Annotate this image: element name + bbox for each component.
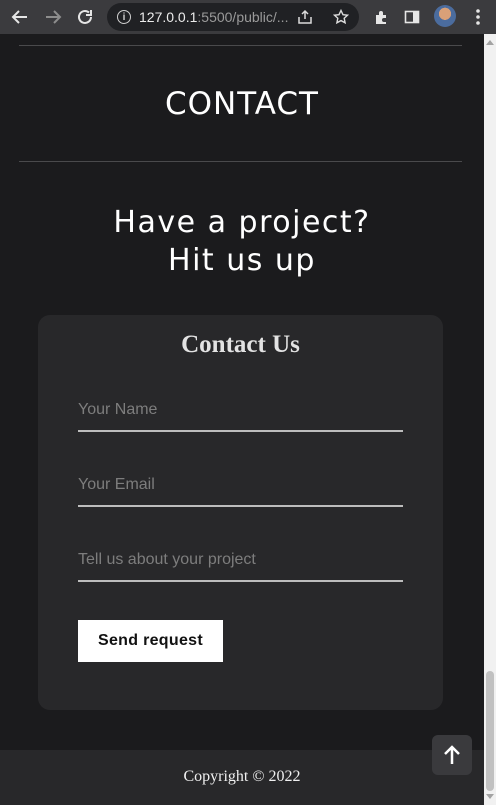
section-title: CONTACT — [164, 86, 319, 122]
scroll-up-arrow-icon[interactable] — [486, 40, 494, 45]
name-input[interactable] — [78, 390, 403, 432]
site-info-icon[interactable]: i — [117, 10, 131, 24]
arrow-right-icon — [46, 10, 62, 24]
profile-avatar[interactable] — [434, 5, 456, 27]
headline-line-1: Have a project? — [113, 205, 371, 240]
forward-button[interactable] — [37, 0, 69, 34]
divider-top — [19, 45, 462, 46]
copyright-text: Copyright © 2022 — [183, 768, 301, 785]
arrow-up-icon — [444, 745, 460, 764]
menu-kebab-icon[interactable] — [470, 0, 486, 34]
form-title: Contact Us — [181, 331, 300, 358]
scroll-down-arrow-icon[interactable] — [486, 794, 494, 799]
side-panel-icon[interactable] — [403, 0, 421, 34]
url-host: 127.0.0.1 — [139, 9, 198, 25]
page-scrollbar[interactable] — [484, 34, 496, 805]
project-input[interactable] — [78, 540, 403, 582]
footer: Copyright © 2022 — [0, 750, 484, 805]
divider-bottom — [19, 161, 462, 162]
url-path: :5500/public/... — [197, 9, 289, 25]
back-button[interactable] — [4, 0, 36, 34]
scroll-to-top-button[interactable] — [432, 735, 472, 775]
bookmark-star-icon[interactable] — [333, 9, 349, 25]
reload-icon — [78, 9, 92, 24]
send-request-button[interactable]: Send request — [78, 620, 223, 662]
contact-form-card: Contact Us Send request — [38, 315, 443, 710]
headline: Have a project? Hit us up — [0, 204, 484, 280]
page-content: CONTACT Have a project? Hit us up Contac… — [0, 34, 484, 805]
share-icon[interactable] — [297, 9, 313, 25]
browser-toolbar: i 127.0.0.1:5500/public/... — [0, 0, 496, 34]
email-input[interactable] — [78, 465, 403, 507]
extensions-icon[interactable] — [372, 0, 390, 34]
scrollbar-thumb[interactable] — [486, 671, 494, 791]
reload-button[interactable] — [69, 0, 101, 34]
address-bar[interactable]: i 127.0.0.1:5500/public/... — [107, 3, 359, 31]
headline-line-2: Hit us up — [168, 243, 316, 278]
arrow-left-icon — [11, 10, 27, 24]
